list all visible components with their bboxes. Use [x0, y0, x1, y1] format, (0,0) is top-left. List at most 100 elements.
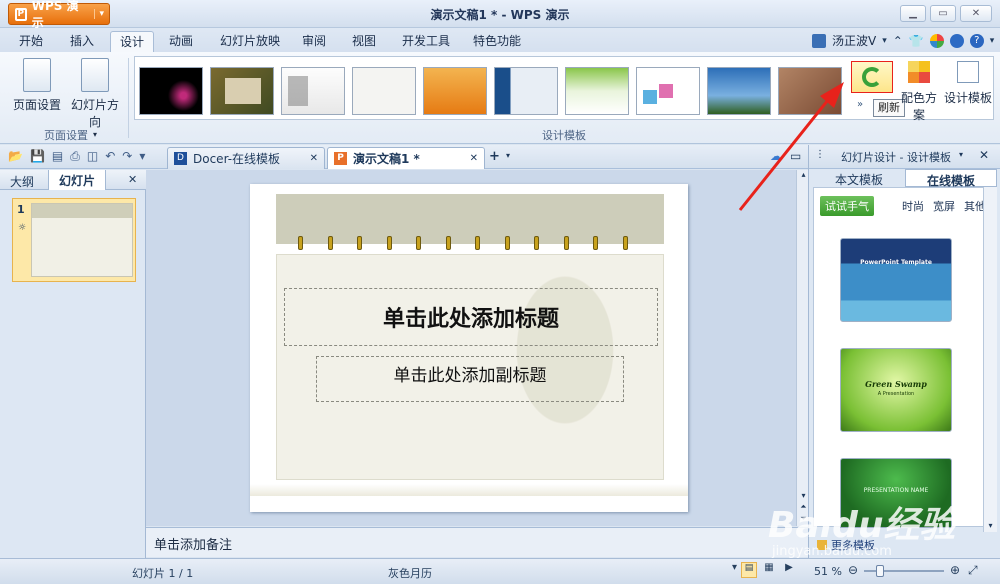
slide-orientation-label: 幻灯片方向 [70, 98, 119, 129]
filter-fashion[interactable]: 时尚 [902, 198, 924, 214]
close-icon[interactable]: ✕ [310, 153, 318, 164]
design-template-button[interactable]: 设计模板 [943, 61, 993, 106]
tab-outline[interactable]: 大纲 [10, 173, 34, 190]
minimize-button[interactable]: ▁ [900, 5, 926, 22]
maximize-button[interactable]: ▭ [930, 5, 956, 22]
pdf-icon[interactable]: ▤ [52, 149, 63, 164]
chevron-down-icon[interactable]: ▾ [959, 150, 963, 159]
try-luck-button[interactable]: 试试手气 [820, 196, 874, 216]
task-pane-scrollbar[interactable]: ▾ [983, 187, 997, 532]
close-button[interactable]: ✕ [960, 5, 992, 22]
slide-sorter-icon[interactable]: ▦ [761, 562, 777, 578]
quick-access-toolbar: 📂 💾 ▤ ⎙ ◫ ↶ ↷ ▾ [8, 149, 145, 164]
close-icon[interactable]: ✕ [979, 148, 989, 162]
design-template-gallery: » 刷新 配色方案 设计模板 [134, 56, 994, 123]
tab-insert[interactable]: 插入 [61, 31, 103, 52]
fit-window-icon[interactable]: ⤢ [968, 563, 978, 578]
template-thumbnail[interactable] [423, 67, 487, 115]
customize-icon[interactable]: ▾ [139, 149, 145, 164]
template-card-title: PRESENTATION NAME [863, 487, 929, 494]
gallery-expand-icon[interactable]: » [857, 99, 863, 110]
online-template-card[interactable]: Green Swamp A Presentation [840, 348, 952, 432]
tab-developer[interactable]: 开发工具 [393, 31, 459, 52]
cloud-icon[interactable]: ☁ [770, 149, 782, 163]
layout-icon[interactable]: ▭ [790, 149, 801, 163]
task-pane-title[interactable]: 幻灯片设计 - 设计模板 [841, 149, 951, 165]
color-scheme-button[interactable]: 配色方案 [897, 61, 941, 123]
slide-number: 1 [17, 203, 25, 216]
notes-placeholder: 单击添加备注 [154, 538, 233, 553]
filter-widescreen[interactable]: 宽屏 [933, 198, 955, 214]
notes-pane[interactable]: 单击添加备注 [146, 527, 808, 557]
color-scheme-label: 配色方案 [900, 91, 937, 122]
zoom-level[interactable]: 51 % [814, 565, 842, 578]
save-icon[interactable]: 💾 [30, 149, 45, 164]
tab-animation[interactable]: 动画 [160, 31, 202, 52]
refresh-icon [862, 67, 882, 87]
tab-docer[interactable]: D Docer-在线模板 ✕ [167, 147, 325, 169]
design-templates-group-label: 设计模板 [542, 129, 586, 142]
page-setup-button[interactable]: 页面设置 [12, 58, 62, 113]
tab-this-doc-templates[interactable]: 本文模板 [813, 169, 905, 187]
zoom-slider-thumb[interactable] [876, 565, 884, 577]
template-card-title: Green Swamp [865, 379, 927, 389]
chevron-down-icon[interactable]: ▾ [506, 151, 510, 160]
tab-document[interactable]: P 演示文稿1 * ✕ [327, 147, 485, 169]
slide-thumbnail-selected[interactable]: 1 ☼ [12, 198, 136, 282]
template-thumbnail[interactable] [636, 67, 700, 115]
user-name[interactable]: 汤正波V [832, 32, 876, 49]
undo-icon[interactable]: ↶ [105, 149, 115, 164]
tab-review[interactable]: 审阅 [293, 31, 335, 52]
tab-view[interactable]: 视图 [343, 31, 385, 52]
shirt-icon[interactable]: 👕 [909, 34, 924, 48]
tab-slides[interactable]: 幻灯片 [48, 170, 107, 190]
tab-docer-label: Docer-在线模板 [193, 152, 281, 166]
tab-home[interactable]: 开始 [10, 31, 52, 52]
docer-icon: D [174, 152, 187, 165]
help-icon[interactable]: ? [969, 33, 984, 48]
skin-icon[interactable] [929, 33, 944, 48]
title-placeholder[interactable]: 单击此处添加标题 [284, 288, 658, 346]
refresh-button[interactable] [851, 61, 893, 93]
scroll-down-icon[interactable]: ▾ [984, 521, 997, 530]
zoom-in-icon[interactable]: ⊕ [950, 563, 960, 577]
tab-design[interactable]: 设计 [110, 31, 155, 52]
template-thumbnail[interactable] [778, 67, 842, 115]
grip-icon[interactable]: ⋮ [815, 149, 825, 160]
print-icon[interactable]: ⎙ [70, 149, 80, 164]
print-preview-icon[interactable]: ◫ [87, 149, 98, 164]
tab-online-templates[interactable]: 在线模板 [905, 169, 997, 188]
template-thumbnail[interactable] [494, 67, 558, 115]
slide-position: 幻灯片 1 / 1 [132, 567, 194, 580]
normal-view-icon[interactable]: ▤ [741, 562, 758, 578]
tab-features[interactable]: 特色功能 [464, 31, 530, 52]
redo-icon[interactable]: ↷ [122, 149, 132, 164]
close-icon[interactable]: ✕ [128, 173, 137, 186]
subtitle-placeholder[interactable]: 单击此处添加副标题 [316, 356, 624, 402]
chevron-down-icon[interactable]: ▾ [732, 562, 737, 578]
share-icon[interactable] [949, 33, 964, 48]
template-thumbnail[interactable] [281, 67, 345, 115]
tab-slideshow[interactable]: 幻灯片放映 [211, 31, 289, 52]
user-avatar-icon [812, 33, 826, 48]
close-icon[interactable]: ✕ [470, 153, 478, 164]
new-tab-icon[interactable]: + [489, 149, 500, 164]
chevron-down-icon[interactable]: ▾ [882, 36, 887, 46]
template-thumbnail[interactable] [210, 67, 274, 115]
open-icon[interactable]: 📂 [8, 149, 23, 164]
template-thumbnail[interactable] [707, 67, 771, 115]
ribbon: 页面设置 幻灯片方向 ▾ 页面设置 » 刷新 配色方案 设计模板 设计模板 [0, 52, 1000, 144]
online-template-card[interactable]: PowerPoint Template [840, 238, 952, 322]
slide[interactable]: 单击此处添加标题 单击此处添加副标题 [250, 184, 688, 512]
task-pane-header: ⋮ 幻灯片设计 - 设计模板 ▾ ✕ [809, 145, 1000, 169]
zoom-out-icon[interactable]: ⊖ [848, 563, 858, 577]
theme-name[interactable]: 灰色月历 [388, 565, 432, 581]
view-buttons: ▾ ▤ ▦ ▶ [732, 562, 797, 578]
template-thumbnail[interactable] [565, 67, 629, 115]
arrow-up-icon[interactable]: ⌃ [893, 34, 903, 48]
window-title: 演示文稿1 * - WPS 演示 [430, 8, 570, 22]
template-thumbnail[interactable] [139, 67, 203, 115]
slideshow-icon[interactable]: ▶ [781, 562, 797, 578]
template-thumbnail[interactable] [352, 67, 416, 115]
chevron-down-icon[interactable]: ▾ [990, 36, 995, 46]
